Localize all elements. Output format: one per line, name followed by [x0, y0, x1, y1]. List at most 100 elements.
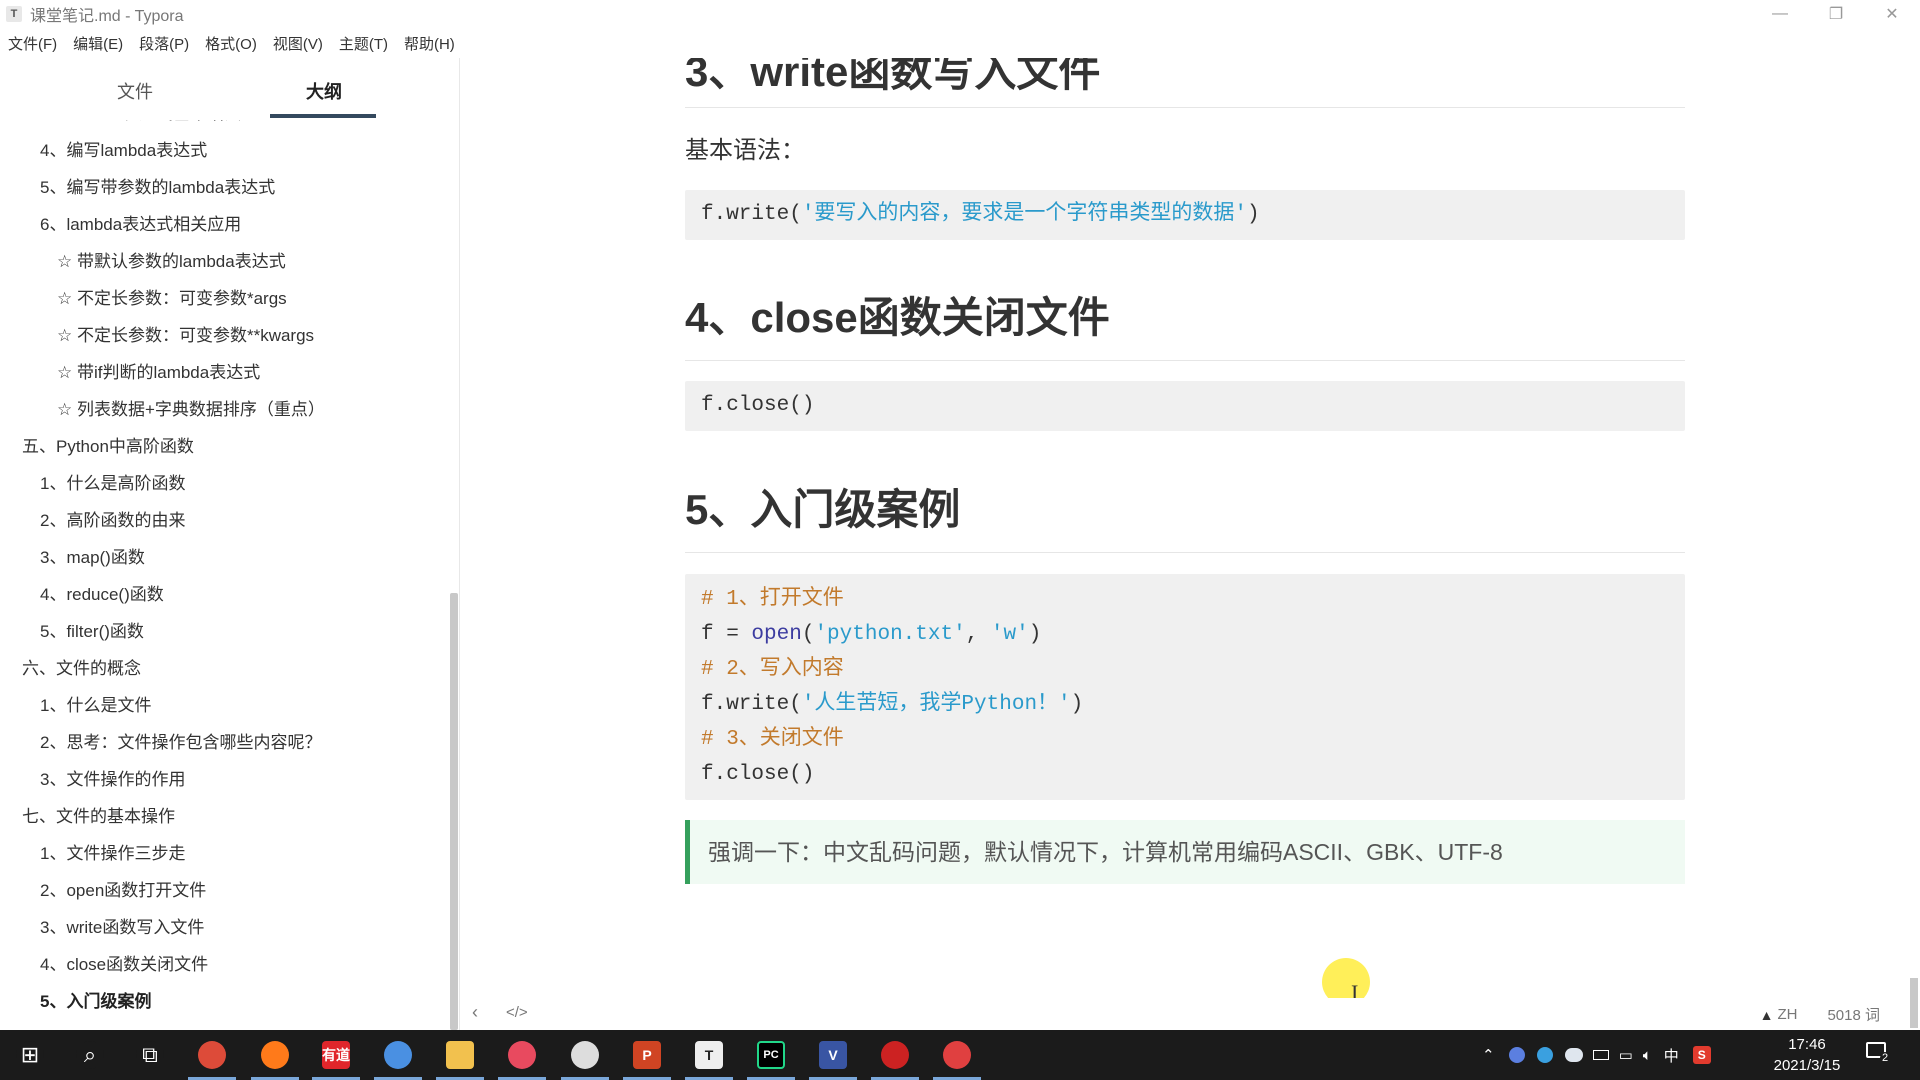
- typora-taskbar-button[interactable]: T: [679, 1030, 739, 1080]
- basic-syntax-text: 基本语法：: [685, 137, 805, 164]
- outline-item[interactable]: 4、reduce()函数: [40, 577, 164, 613]
- outline-item[interactable]: 3、write函数写入文件: [40, 910, 204, 946]
- editor-scrollbar-thumb[interactable]: [1910, 978, 1918, 1028]
- screen-recorder-icon: [881, 1041, 909, 1069]
- pycharm-icon: PC: [757, 1041, 785, 1069]
- screen-recorder-taskbar-button[interactable]: [865, 1030, 925, 1080]
- windows-start-icon: ⊞: [16, 1041, 44, 1069]
- system-clock[interactable]: 17:46 2021/3/15: [1762, 1034, 1852, 1076]
- notification-center-icon[interactable]: 2: [1866, 1042, 1894, 1068]
- tab-outline[interactable]: 大纲: [306, 78, 342, 104]
- outline-item[interactable]: 3、map()函数: [40, 540, 145, 576]
- outline-item[interactable]: 5、编写带参数的lambda表达式: [40, 170, 275, 206]
- editor-pane[interactable]: 3、write函数写入文件 基本语法： f.write('要写入的内容，要求是一…: [462, 58, 1920, 998]
- youdao-taskbar-button[interactable]: 有道: [306, 1030, 366, 1080]
- outline-item[interactable]: 3、文件操作的作用: [40, 762, 185, 798]
- outline-item[interactable]: 2、思考：文件操作包含哪些内容呢？: [40, 725, 321, 761]
- close-button[interactable]: ✕: [1864, 0, 1920, 28]
- heading-rule: [685, 552, 1685, 553]
- menu-edit[interactable]: 编辑(E): [73, 33, 123, 54]
- menu-theme[interactable]: 主题(T): [339, 33, 388, 54]
- browser-icon: [384, 1041, 412, 1069]
- tab-files[interactable]: 文件: [117, 78, 153, 104]
- code-comment: # 3、关闭文件: [701, 728, 844, 751]
- menu-view[interactable]: 视图(V): [273, 33, 323, 54]
- tray-app-icon[interactable]: [1508, 1047, 1525, 1063]
- outline-item[interactable]: 3、lambda表达式基本语法: [40, 120, 241, 132]
- tool-icon: [943, 1041, 971, 1069]
- warning-icon[interactable]: ▲: [1760, 1007, 1774, 1023]
- outline-item[interactable]: 1、什么是高阶函数: [40, 466, 185, 502]
- ime-indicator[interactable]: 中: [1664, 1045, 1679, 1066]
- outline-item[interactable]: ☆ 不定长参数：可变参数**kwargs: [57, 318, 314, 354]
- recorder-taskbar-button[interactable]: [492, 1030, 552, 1080]
- minimize-button[interactable]: —: [1752, 0, 1808, 28]
- heading-close: 4、close函数关闭文件: [685, 294, 1110, 341]
- volume-icon[interactable]: 🔈︎: [1643, 1047, 1652, 1064]
- outline-item[interactable]: 2、open函数打开文件: [40, 873, 206, 909]
- outline-item[interactable]: ☆ 不定长参数：可变参数*args: [57, 281, 287, 317]
- network-icon[interactable]: ▭: [1619, 1046, 1633, 1064]
- outline-item[interactable]: ☆ 列表数据+字典数据排序（重点）: [57, 392, 325, 428]
- status-right: ▲ ZH 5018 词: [1760, 1004, 1880, 1025]
- outline-item[interactable]: 6、lambda表达式相关应用: [40, 207, 241, 243]
- outline-item[interactable]: ☆ 带if判断的lambda表达式: [57, 355, 260, 391]
- word-count[interactable]: 5018 词: [1827, 1004, 1880, 1025]
- firefox-taskbar-button[interactable]: [245, 1030, 305, 1080]
- toggle-sidebar-button[interactable]: ‹: [472, 1002, 478, 1023]
- visio-taskbar-button[interactable]: V: [803, 1030, 863, 1080]
- menu-help[interactable]: 帮助(H): [404, 33, 455, 54]
- outline-item[interactable]: 1、什么是文件: [40, 688, 151, 724]
- powerpoint-icon: P: [633, 1041, 661, 1069]
- outline-item[interactable]: 4、close函数关闭文件: [40, 947, 208, 983]
- show-hidden-icons-icon[interactable]: ⌃: [1482, 1046, 1495, 1064]
- write-code-block[interactable]: f.write('要写入的内容，要求是一个字符串类型的数据'): [685, 190, 1685, 240]
- close-code-block[interactable]: f.close(): [685, 381, 1685, 431]
- outline-item[interactable]: ☆ 带默认参数的lambda表达式: [57, 244, 286, 280]
- sidebar: 文件 大纲 3、lambda表达式基本语法4、编写lambda表达式5、编写带参…: [0, 58, 460, 1030]
- code-comment: # 2、写入内容: [701, 658, 844, 681]
- file-explorer-taskbar-button[interactable]: [430, 1030, 490, 1080]
- source-code-mode-button[interactable]: </>: [506, 1004, 528, 1021]
- weather-icon[interactable]: [1564, 1048, 1583, 1062]
- window-title: 课堂笔记.md - Typora: [30, 8, 184, 25]
- sogou-ime-icon[interactable]: S: [1692, 1046, 1711, 1064]
- text-cursor-icon: I: [1351, 980, 1359, 998]
- code-line: f.write('要写入的内容，要求是一个字符串类型的数据'): [701, 203, 1260, 226]
- menu-paragraph[interactable]: 段落(P): [139, 33, 189, 54]
- outline-item[interactable]: 1、文件操作三步走: [40, 836, 185, 872]
- heading-rule: [685, 107, 1685, 108]
- outline-item[interactable]: 2、高阶函数的由来: [40, 503, 185, 539]
- status-bar: ‹ </> ▲ ZH 5018 词: [462, 998, 1920, 1030]
- battery-icon[interactable]: [1592, 1050, 1609, 1060]
- language-indicator[interactable]: ZH: [1777, 1006, 1797, 1023]
- menu-file[interactable]: 文件(F): [8, 33, 57, 54]
- recorder-icon: [508, 1041, 536, 1069]
- outline-item[interactable]: 七、文件的基本操作: [22, 799, 175, 835]
- clock-app-icon: [571, 1041, 599, 1069]
- pycharm-taskbar-button[interactable]: PC: [741, 1030, 801, 1080]
- firefox-icon: [261, 1041, 289, 1069]
- restore-button[interactable]: ❐: [1808, 0, 1864, 28]
- clock-app-taskbar-button[interactable]: [555, 1030, 615, 1080]
- powerpoint-taskbar-button[interactable]: P: [617, 1030, 677, 1080]
- tool-taskbar-button[interactable]: [927, 1030, 987, 1080]
- active-tab-indicator: [270, 114, 376, 118]
- task-view-taskbar-button[interactable]: ⧉: [120, 1030, 180, 1080]
- outline-item[interactable]: 五、Python中高阶函数: [22, 429, 194, 465]
- notification-count: 2: [1880, 1052, 1891, 1064]
- outline-item[interactable]: 5、filter()函数: [40, 614, 144, 650]
- sidebar-scrollbar-thumb[interactable]: [450, 593, 458, 1030]
- outline-item[interactable]: 4、编写lambda表达式: [40, 133, 207, 169]
- outline-item[interactable]: 5、入门级案例: [40, 984, 151, 1020]
- chrome-taskbar-button[interactable]: [182, 1030, 242, 1080]
- menu-format[interactable]: 格式(O): [205, 33, 257, 54]
- case-code-block[interactable]: # 1、打开文件 f = open('python.txt', 'w') # 2…: [685, 574, 1685, 800]
- tray-app-icon[interactable]: [1536, 1047, 1553, 1063]
- youdao-icon: 有道: [322, 1041, 350, 1069]
- browser-taskbar-button[interactable]: [368, 1030, 428, 1080]
- search-taskbar-button[interactable]: ⌕: [60, 1030, 120, 1080]
- outline-item[interactable]: 六、文件的概念: [22, 651, 141, 687]
- heading-write: 3、write函数写入文件: [685, 58, 1101, 95]
- windows-start-taskbar-button[interactable]: ⊞: [0, 1030, 60, 1080]
